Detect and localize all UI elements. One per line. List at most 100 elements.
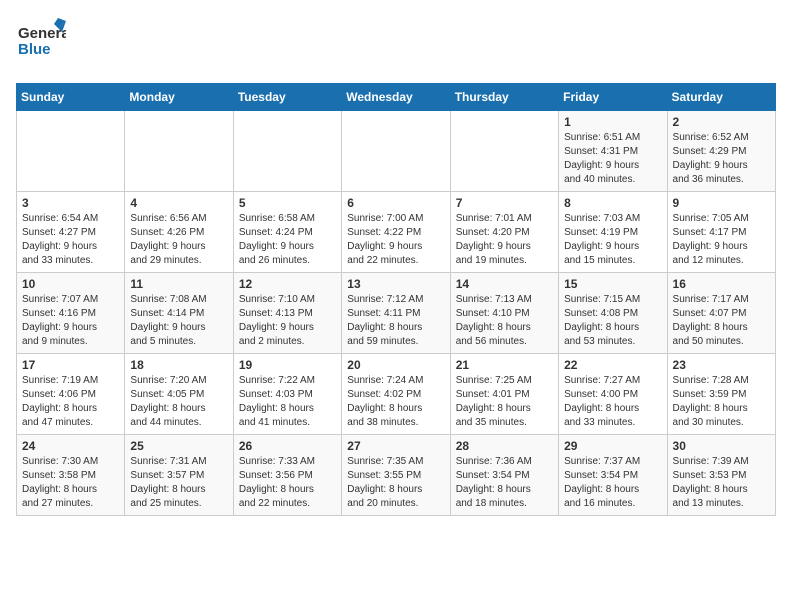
day-number: 18 — [130, 358, 227, 372]
day-cell: 24 Sunrise: 7:30 AM Sunset: 3:58 PM Dayli… — [17, 435, 125, 516]
day-number: 5 — [239, 196, 336, 210]
day-info: Sunrise: 7:03 AM Sunset: 4:19 PM Dayligh… — [564, 212, 661, 268]
day-number: 28 — [456, 439, 553, 453]
day-number: 13 — [347, 277, 444, 291]
day-cell: 27 Sunrise: 7:35 AM Sunset: 3:55 PM Dayli… — [342, 435, 450, 516]
day-info: Sunrise: 7:10 AM Sunset: 4:13 PM Dayligh… — [239, 293, 336, 349]
day-cell: 3Sunrise: 6:54 AM Sunset: 4:27 PM Daylig… — [17, 192, 125, 273]
day-number: 3 — [22, 196, 119, 210]
day-number: 9 — [673, 196, 770, 210]
day-cell: 10 Sunrise: 7:07 AM Sunset: 4:16 PM Dayli… — [17, 273, 125, 354]
day-number: 12 — [239, 277, 336, 291]
day-cell: 4 Sunrise: 6:56 AM Sunset: 4:26 PM Daylig… — [125, 192, 233, 273]
day-info: Sunrise: 7:13 AM Sunset: 4:10 PM Dayligh… — [456, 293, 553, 349]
svg-text:Blue: Blue — [18, 41, 51, 58]
day-number: 25 — [130, 439, 227, 453]
day-cell — [125, 111, 233, 192]
day-number: 2 — [673, 115, 770, 129]
day-cell: 17 Sunrise: 7:19 AM Sunset: 4:06 PM Dayli… — [17, 354, 125, 435]
week-row-1: 1 Sunrise: 6:51 AM Sunset: 4:31 PM Daylig… — [17, 111, 776, 192]
day-cell: 28 Sunrise: 7:36 AM Sunset: 3:54 PM Dayli… — [450, 435, 558, 516]
day-number: 27 — [347, 439, 444, 453]
day-info: Sunrise: 7:01 AM Sunset: 4:20 PM Dayligh… — [456, 212, 553, 268]
day-info: Sunrise: 7:00 AM Sunset: 4:22 PM Dayligh… — [347, 212, 444, 268]
day-number: 24 — [22, 439, 119, 453]
day-number: 16 — [673, 277, 770, 291]
day-number: 23 — [673, 358, 770, 372]
day-info: Sunrise: 7:22 AM Sunset: 4:03 PM Dayligh… — [239, 374, 336, 430]
day-info: Sunrise: 7:05 AM Sunset: 4:17 PM Dayligh… — [673, 212, 770, 268]
day-cell: 21Sunrise: 7:25 AM Sunset: 4:01 PM Dayli… — [450, 354, 558, 435]
day-number: 14 — [456, 277, 553, 291]
day-cell: 23 Sunrise: 7:28 AM Sunset: 3:59 PM Dayli… — [667, 354, 775, 435]
column-header-saturday: Saturday — [667, 84, 775, 111]
day-info: Sunrise: 6:52 AM Sunset: 4:29 PM Dayligh… — [673, 131, 770, 187]
day-cell: 26Sunrise: 7:33 AM Sunset: 3:56 PM Dayli… — [233, 435, 341, 516]
column-header-tuesday: Tuesday — [233, 84, 341, 111]
day-number: 15 — [564, 277, 661, 291]
day-info: Sunrise: 6:58 AM Sunset: 4:24 PM Dayligh… — [239, 212, 336, 268]
day-number: 8 — [564, 196, 661, 210]
day-info: Sunrise: 7:19 AM Sunset: 4:06 PM Dayligh… — [22, 374, 119, 430]
week-row-2: 3Sunrise: 6:54 AM Sunset: 4:27 PM Daylig… — [17, 192, 776, 273]
day-info: Sunrise: 7:12 AM Sunset: 4:11 PM Dayligh… — [347, 293, 444, 349]
day-cell: 19 Sunrise: 7:22 AM Sunset: 4:03 PM Dayli… — [233, 354, 341, 435]
day-info: Sunrise: 7:33 AM Sunset: 3:56 PM Dayligh… — [239, 455, 336, 511]
day-cell — [342, 111, 450, 192]
day-cell: 20Sunrise: 7:24 AM Sunset: 4:02 PM Dayli… — [342, 354, 450, 435]
day-cell: 5 Sunrise: 6:58 AM Sunset: 4:24 PM Daylig… — [233, 192, 341, 273]
day-number: 30 — [673, 439, 770, 453]
day-number: 17 — [22, 358, 119, 372]
day-cell: 25 Sunrise: 7:31 AM Sunset: 3:57 PM Dayli… — [125, 435, 233, 516]
day-cell — [450, 111, 558, 192]
day-info: Sunrise: 7:08 AM Sunset: 4:14 PM Dayligh… — [130, 293, 227, 349]
day-cell — [233, 111, 341, 192]
day-cell: 7 Sunrise: 7:01 AM Sunset: 4:20 PM Daylig… — [450, 192, 558, 273]
day-number: 11 — [130, 277, 227, 291]
day-info: Sunrise: 7:35 AM Sunset: 3:55 PM Dayligh… — [347, 455, 444, 511]
day-number: 6 — [347, 196, 444, 210]
day-info: Sunrise: 7:07 AM Sunset: 4:16 PM Dayligh… — [22, 293, 119, 349]
day-cell: 13 Sunrise: 7:12 AM Sunset: 4:11 PM Dayli… — [342, 273, 450, 354]
day-cell: 8 Sunrise: 7:03 AM Sunset: 4:19 PM Daylig… — [559, 192, 667, 273]
day-cell: 15 Sunrise: 7:15 AM Sunset: 4:08 PM Dayli… — [559, 273, 667, 354]
day-cell: 6 Sunrise: 7:00 AM Sunset: 4:22 PM Daylig… — [342, 192, 450, 273]
day-info: Sunrise: 7:37 AM Sunset: 3:54 PM Dayligh… — [564, 455, 661, 511]
day-info: Sunrise: 6:51 AM Sunset: 4:31 PM Dayligh… — [564, 131, 661, 187]
week-row-4: 17 Sunrise: 7:19 AM Sunset: 4:06 PM Dayli… — [17, 354, 776, 435]
day-cell: 16 Sunrise: 7:17 AM Sunset: 4:07 PM Dayli… — [667, 273, 775, 354]
header-row: SundayMondayTuesdayWednesdayThursdayFrid… — [17, 84, 776, 111]
day-cell: 12 Sunrise: 7:10 AM Sunset: 4:13 PM Dayli… — [233, 273, 341, 354]
day-info: Sunrise: 7:20 AM Sunset: 4:05 PM Dayligh… — [130, 374, 227, 430]
day-number: 29 — [564, 439, 661, 453]
day-number: 4 — [130, 196, 227, 210]
day-number: 1 — [564, 115, 661, 129]
day-info: Sunrise: 7:30 AM Sunset: 3:58 PM Dayligh… — [22, 455, 119, 511]
day-info: Sunrise: 7:27 AM Sunset: 4:00 PM Dayligh… — [564, 374, 661, 430]
day-number: 7 — [456, 196, 553, 210]
day-info: Sunrise: 7:24 AM Sunset: 4:02 PM Dayligh… — [347, 374, 444, 430]
week-row-3: 10 Sunrise: 7:07 AM Sunset: 4:16 PM Dayli… — [17, 273, 776, 354]
day-cell: 29 Sunrise: 7:37 AM Sunset: 3:54 PM Dayli… — [559, 435, 667, 516]
column-header-thursday: Thursday — [450, 84, 558, 111]
day-info: Sunrise: 7:15 AM Sunset: 4:08 PM Dayligh… — [564, 293, 661, 349]
day-info: Sunrise: 7:17 AM Sunset: 4:07 PM Dayligh… — [673, 293, 770, 349]
day-info: Sunrise: 6:56 AM Sunset: 4:26 PM Dayligh… — [130, 212, 227, 268]
day-cell: 11 Sunrise: 7:08 AM Sunset: 4:14 PM Dayli… — [125, 273, 233, 354]
day-info: Sunrise: 7:36 AM Sunset: 3:54 PM Dayligh… — [456, 455, 553, 511]
day-info: Sunrise: 7:31 AM Sunset: 3:57 PM Dayligh… — [130, 455, 227, 511]
day-number: 19 — [239, 358, 336, 372]
day-number: 10 — [22, 277, 119, 291]
day-cell — [17, 111, 125, 192]
day-info: Sunrise: 7:25 AM Sunset: 4:01 PM Dayligh… — [456, 374, 553, 430]
day-cell: 22Sunrise: 7:27 AM Sunset: 4:00 PM Dayli… — [559, 354, 667, 435]
day-cell: 14 Sunrise: 7:13 AM Sunset: 4:10 PM Dayli… — [450, 273, 558, 354]
logo: General Blue — [16, 16, 66, 71]
day-cell: 18 Sunrise: 7:20 AM Sunset: 4:05 PM Dayli… — [125, 354, 233, 435]
day-info: Sunrise: 7:28 AM Sunset: 3:59 PM Dayligh… — [673, 374, 770, 430]
header: General Blue — [16, 16, 776, 71]
day-cell: 9 Sunrise: 7:05 AM Sunset: 4:17 PM Daylig… — [667, 192, 775, 273]
day-cell: 2 Sunrise: 6:52 AM Sunset: 4:29 PM Daylig… — [667, 111, 775, 192]
column-header-wednesday: Wednesday — [342, 84, 450, 111]
column-header-sunday: Sunday — [17, 84, 125, 111]
